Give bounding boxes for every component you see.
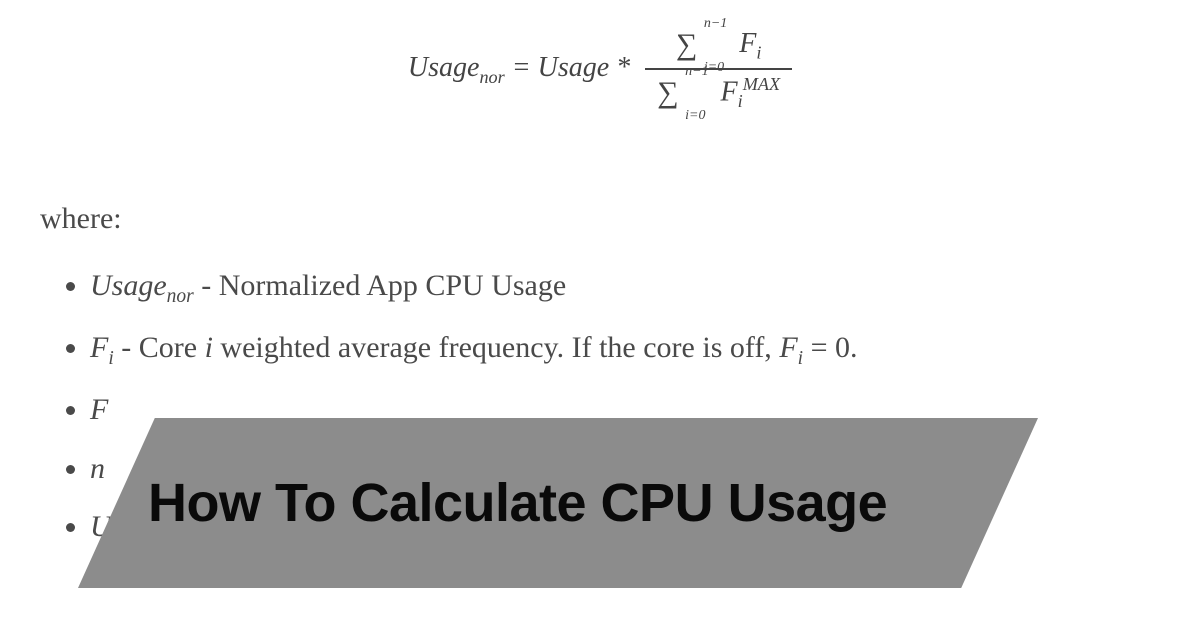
sum-lower: i=0	[685, 108, 705, 124]
where-label: where:	[40, 202, 1200, 236]
def2-eq-rhs: = 0.	[803, 331, 857, 364]
lhs-base: Usage	[408, 52, 480, 83]
den-sup: MAX	[743, 74, 780, 94]
def2-core: i	[205, 331, 213, 364]
formula-equation: Usagenor = Usage * ∑ n−1 i=0 Fi ∑ n−1 i=…	[0, 0, 1200, 112]
sum-numerator: ∑ n−1 i=0	[676, 30, 697, 62]
den-var: F	[721, 76, 738, 107]
rhs-base: Usage	[538, 52, 610, 83]
sum-upper: n−1	[685, 64, 708, 80]
def2-desc-a: - Core	[114, 331, 205, 364]
fraction: ∑ n−1 i=0 Fi ∑ n−1 i=0 FiMAX	[645, 28, 792, 112]
def1-symbol-sub: nor	[167, 286, 194, 307]
num-sub: i	[756, 43, 761, 63]
def1-symbol-base: Usage	[90, 269, 167, 302]
list-item: Fi - Core i weighted average frequency. …	[90, 328, 1200, 372]
def2-desc-b: weighted average frequency. If the core …	[213, 331, 779, 364]
def3-symbol: F	[90, 393, 108, 426]
def1-desc: - Normalized App CPU Usage	[194, 269, 566, 302]
def4-symbol: n	[90, 452, 105, 485]
mult-sign: *	[616, 52, 637, 83]
def2-symbol-base: F	[90, 331, 108, 364]
sum-denominator: ∑ n−1 i=0	[657, 78, 678, 110]
list-item: Usagenor - Normalized App CPU Usage	[90, 266, 1200, 310]
sigma-icon: ∑	[657, 78, 678, 108]
lhs-sub: nor	[479, 67, 504, 87]
def2-eq-base: F	[779, 331, 797, 364]
banner-title: How To Calculate CPU Usage	[148, 472, 887, 534]
title-banner: How To Calculate CPU Usage	[78, 418, 1038, 588]
equals-sign: =	[512, 52, 538, 83]
sigma-icon: ∑	[676, 30, 697, 60]
fraction-denominator: ∑ n−1 i=0 FiMAX	[645, 70, 792, 112]
num-var: F	[739, 28, 756, 59]
fraction-numerator: ∑ n−1 i=0 Fi	[645, 28, 792, 70]
sum-upper: n−1	[704, 16, 727, 32]
